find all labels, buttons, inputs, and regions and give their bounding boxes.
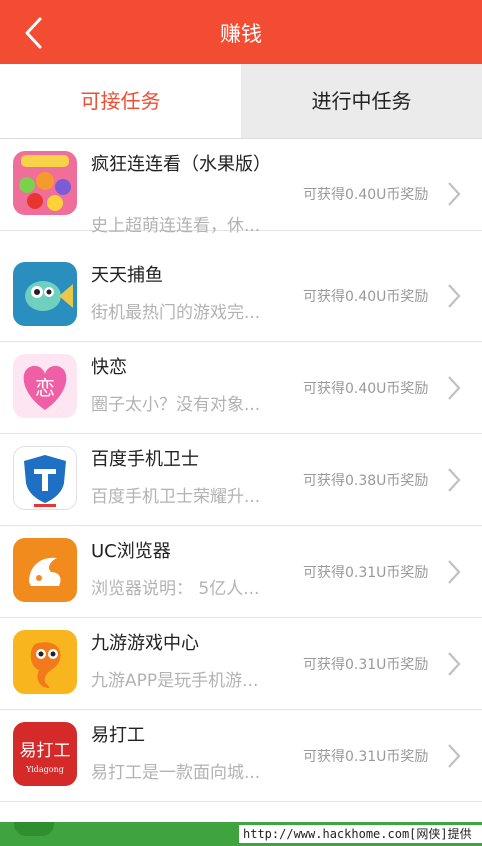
app-name: 易打工 (91, 725, 145, 746)
chevron-right-icon (448, 560, 461, 584)
chevron-right-icon (448, 744, 461, 768)
task-row[interactable]: 百度手机卫士 百度手机卫士荣耀升... 可获得0.38U币奖励 (0, 434, 482, 526)
app-description: 百度手机卫士荣耀升... (91, 487, 261, 507)
reward-label: 可获得0.38U币奖励 (303, 473, 429, 489)
app-description: 九游APP是玩手机游... (91, 671, 259, 691)
icon-text: 恋 (35, 376, 55, 400)
reward-label: 可获得0.40U币奖励 (303, 381, 429, 397)
app-description: 史上超萌连连看，休... (91, 216, 261, 236)
nine-game-mascot-icon (13, 630, 77, 694)
reward-label: 可获得0.31U币奖励 (303, 565, 429, 581)
chevron-right-icon (448, 376, 461, 400)
task-row[interactable]: 九游游戏中心 九游APP是玩手机游... 可获得0.31U币奖励 (0, 618, 482, 710)
yidagong-icon: 易打工 Yidagong (13, 722, 77, 786)
task-row[interactable]: UC浏览器 浏览器说明： 5亿人... 可获得0.31U币奖励 (0, 526, 482, 618)
task-row[interactable]: 恋 快恋 圈子太小？没有对象... 可获得0.40U币奖励 (0, 342, 482, 434)
app-name: 疯狂连连看（水果版） (91, 154, 271, 175)
reward-label: 可获得0.31U币奖励 (303, 749, 429, 765)
app-description: 圈子太小？没有对象... (91, 395, 261, 415)
watermark: http://www.hackhome.com[网侠]提供 (239, 825, 482, 843)
task-tabs: 可接任务 进行中任务 (0, 64, 482, 139)
app-description: 浏览器说明： 5亿人... (91, 579, 260, 599)
chevron-right-icon (448, 652, 461, 676)
reward-label: 可获得0.40U币奖励 (303, 289, 429, 305)
chevron-right-icon (448, 468, 461, 492)
app-name: 百度手机卫士 (91, 449, 199, 470)
shield-guard-icon (13, 446, 77, 510)
reward-label: 可获得0.40U币奖励 (303, 187, 429, 203)
task-row[interactable]: 疯狂连连看（水果版） 史上超萌连连看，休... 可获得0.40U币奖励 (0, 139, 482, 236)
tab-in-progress-tasks[interactable]: 进行中任务 (241, 64, 482, 138)
uc-squirrel-icon (13, 538, 77, 602)
app-name: 天天捕鱼 (91, 265, 163, 286)
partial-app-icon (14, 822, 54, 836)
page-title: 赚钱 (220, 22, 262, 46)
heart-love-icon: 恋 (13, 354, 77, 418)
chevron-right-icon (448, 182, 461, 206)
fish-game-icon (13, 262, 77, 326)
app-header: 赚钱 (0, 0, 482, 64)
reward-label: 可获得0.31U币奖励 (303, 657, 429, 673)
app-name: 快恋 (91, 357, 127, 378)
icon-subtext: Yidagong (25, 765, 64, 774)
app-description: 易打工是一款面向城... (91, 763, 261, 783)
task-row[interactable]: 天天捕鱼 街机最热门的游戏完... 可获得0.40U币奖励 (0, 250, 482, 342)
tab-available-tasks[interactable]: 可接任务 (0, 64, 241, 138)
chevron-right-icon (448, 284, 461, 308)
app-name: UC浏览器 (91, 541, 171, 562)
task-row[interactable]: 易打工 Yidagong 易打工 易打工是一款面向城... 可获得0.31U币奖… (0, 710, 482, 802)
icon-text: 易打工 (20, 741, 71, 761)
app-description: 街机最热门的游戏完... (91, 303, 261, 323)
fruit-link-game-icon (13, 151, 77, 215)
app-name: 九游游戏中心 (91, 633, 199, 654)
